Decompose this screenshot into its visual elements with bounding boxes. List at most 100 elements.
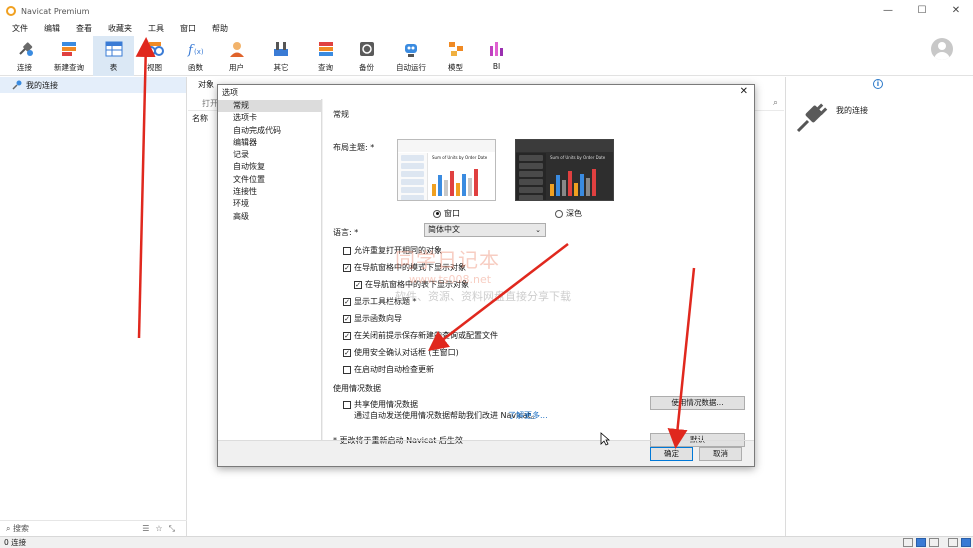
theme-preview-light[interactable]: Sum of Units by Order Date [397, 139, 496, 201]
maximize-button[interactable]: ☐ [905, 0, 939, 22]
close-icon[interactable]: ✕ [740, 85, 748, 99]
checkbox-check-updates[interactable]: 在启动时自动检查更新 [343, 364, 434, 375]
toolbar-other-button[interactable]: 其它 [257, 36, 305, 76]
new-query-icon [62, 42, 76, 56]
toolbar-view-button[interactable]: 视图 [134, 36, 175, 76]
menu-window[interactable]: 窗口 [172, 22, 204, 36]
nav-item-connectivity[interactable]: 连接性 [218, 186, 321, 198]
cancel-button[interactable]: 取消 [699, 447, 742, 461]
info-pane: i 我的连接 [785, 77, 973, 536]
toolbar-automation-button[interactable]: 自动运行 [387, 36, 435, 76]
list-view-icon[interactable] [916, 538, 926, 547]
nav-item-environment[interactable]: 环境 [218, 198, 321, 210]
checkbox-toolbar-captions[interactable]: ✓ 显示工具栏标题 * [343, 296, 417, 307]
search-icon[interactable]: ⌕ [773, 98, 778, 108]
user-avatar[interactable] [931, 38, 953, 60]
tools-icon [274, 42, 288, 56]
checkbox-confirm-dialog[interactable]: ✓ 使用安全确认对话框 (主窗口) [343, 347, 459, 358]
robot-icon [405, 44, 417, 57]
search-icon: ⌕ [6, 523, 14, 533]
usage-section-title: 使用情况数据 [333, 384, 381, 393]
query-icon [318, 42, 333, 56]
radio-unselected-icon [555, 209, 563, 218]
view-icon [145, 42, 164, 56]
radio-selected-icon [433, 209, 441, 218]
panel-toggle-icon[interactable] [948, 538, 958, 547]
name-column-header[interactable]: 名称 [192, 113, 208, 124]
main-toolbar: 连接 新建查询 表 视图 f (x) 函数 用户 其它 查询 备份 自动运行 模型 [0, 36, 973, 76]
connection-label: 我的连接 [836, 106, 868, 115]
open-button[interactable]: 打开 [202, 98, 218, 109]
toolbar-new-query-button[interactable]: 新建查询 [45, 36, 93, 76]
navigation-pane: 我的连接 ⌕ 搜索 ☰☆⤡ [0, 77, 187, 536]
nav-item-file-location[interactable]: 文件位置 [218, 174, 321, 186]
toolbar-query-button[interactable]: 查询 [305, 36, 346, 76]
function-icon: f (x) [187, 43, 204, 58]
info-icon[interactable]: i [873, 79, 883, 89]
menu-bar: 文件 编辑 查看 收藏夹 工具 窗口 帮助 [0, 22, 973, 36]
checkbox-allow-duplicate[interactable]: 允许重复打开相同的对象 [343, 245, 442, 256]
svg-text:(x): (x) [194, 48, 204, 56]
close-window-button[interactable]: ✕ [939, 0, 973, 22]
toolbar-backup-button[interactable]: 备份 [346, 36, 387, 76]
model-icon [448, 42, 463, 56]
toolbar-user-button[interactable]: 用户 [216, 36, 257, 76]
thumb-chart-title: Sum of Units by Order Date [550, 155, 606, 160]
nav-item-autorecover[interactable]: 自动恢复 [218, 161, 321, 173]
sidebar-search[interactable]: ⌕ 搜索 ☰☆⤡ [0, 520, 187, 536]
table-icon [105, 41, 122, 57]
nav-item-advanced[interactable]: 高级 [218, 211, 321, 223]
toolbar-bi-button[interactable]: BI [476, 36, 517, 76]
menu-file[interactable]: 文件 [4, 22, 36, 36]
search-options-icons[interactable]: ☰☆⤡ [142, 524, 181, 534]
nav-item-records[interactable]: 记录 [218, 149, 321, 161]
usage-data-button[interactable]: 使用情况数据... [650, 396, 745, 410]
backup-icon [359, 42, 374, 56]
ok-button[interactable]: 确定 [650, 447, 693, 461]
thumb-chart-title: Sum of Units by Order Date [432, 155, 488, 160]
connection-plug-icon [796, 103, 828, 133]
detail-view-icon[interactable] [929, 538, 939, 547]
grid-view-icon[interactable] [903, 538, 913, 547]
nav-item-autocomplete[interactable]: 自动完成代码 [218, 125, 321, 137]
toolbar-connection-button[interactable]: 连接 [4, 36, 45, 76]
theme-radio-window[interactable]: 窗口 [433, 208, 460, 219]
menu-view[interactable]: 查看 [68, 22, 100, 36]
checkbox-share-usage[interactable]: 共享使用情况数据 [343, 399, 418, 410]
toolbar-table-button[interactable]: 表 [93, 36, 134, 76]
language-label: 语言: * [333, 228, 359, 237]
theme-radio-dark[interactable]: 深色 [555, 208, 582, 219]
search-placeholder: 搜索 [13, 524, 30, 533]
nav-item-editor[interactable]: 编辑器 [218, 137, 321, 149]
nav-item-tabs[interactable]: 选项卡 [218, 112, 321, 124]
section-general-title: 常规 [333, 110, 349, 119]
minimize-button[interactable]: — [871, 0, 905, 22]
learn-more-link[interactable]: 了解更多... [508, 410, 548, 421]
title-bar: Navicat Premium — ☐ ✕ [0, 0, 973, 22]
nav-item-general[interactable]: 常规 [218, 100, 321, 113]
dialog-title: 选项 [222, 87, 238, 97]
toolbar-model-button[interactable]: 模型 [435, 36, 476, 76]
language-select[interactable]: 简体中文 ⌄ [424, 223, 546, 237]
menu-tools[interactable]: 工具 [140, 22, 172, 36]
bi-chart-icon [489, 42, 503, 56]
checkbox-prompt-save[interactable]: ✓ 在关闭前提示保存新建的查询或配置文件 [343, 330, 498, 341]
checkbox-show-schema-objects[interactable]: ✓ 在导航窗格中的模式下显示对象 [343, 262, 466, 273]
options-content: 常规 布局主题: * Sum of Units by Order Date Su… [323, 99, 754, 447]
info-panel-toggle-icon[interactable] [961, 538, 971, 547]
connection-plug-icon [12, 80, 22, 90]
dialog-title-bar: 选项 ✕ [218, 85, 754, 99]
checkbox-function-wizard[interactable]: ✓ 显示函数向导 [343, 313, 402, 324]
menu-edit[interactable]: 编辑 [36, 22, 68, 36]
theme-preview-dark[interactable]: Sum of Units by Order Date [515, 139, 614, 201]
objects-tab[interactable]: 对象 [198, 79, 214, 90]
checkbox-show-table-objects[interactable]: ✓ 在导航窗格中的表下显示对象 [354, 279, 469, 290]
toolbar-function-button[interactable]: f (x) 函数 [175, 36, 216, 76]
connection-tree-item[interactable]: 我的连接 [0, 77, 186, 93]
menu-help[interactable]: 帮助 [204, 22, 236, 36]
window-controls: — ☐ ✕ [871, 0, 973, 22]
connection-label: 我的连接 [26, 80, 58, 90]
options-nav: 常规 选项卡 自动完成代码 编辑器 记录 自动恢复 文件位置 连接性 环境 高级 [218, 99, 322, 440]
menu-favorites[interactable]: 收藏夹 [100, 22, 140, 36]
window-title: Navicat Premium [21, 6, 90, 16]
